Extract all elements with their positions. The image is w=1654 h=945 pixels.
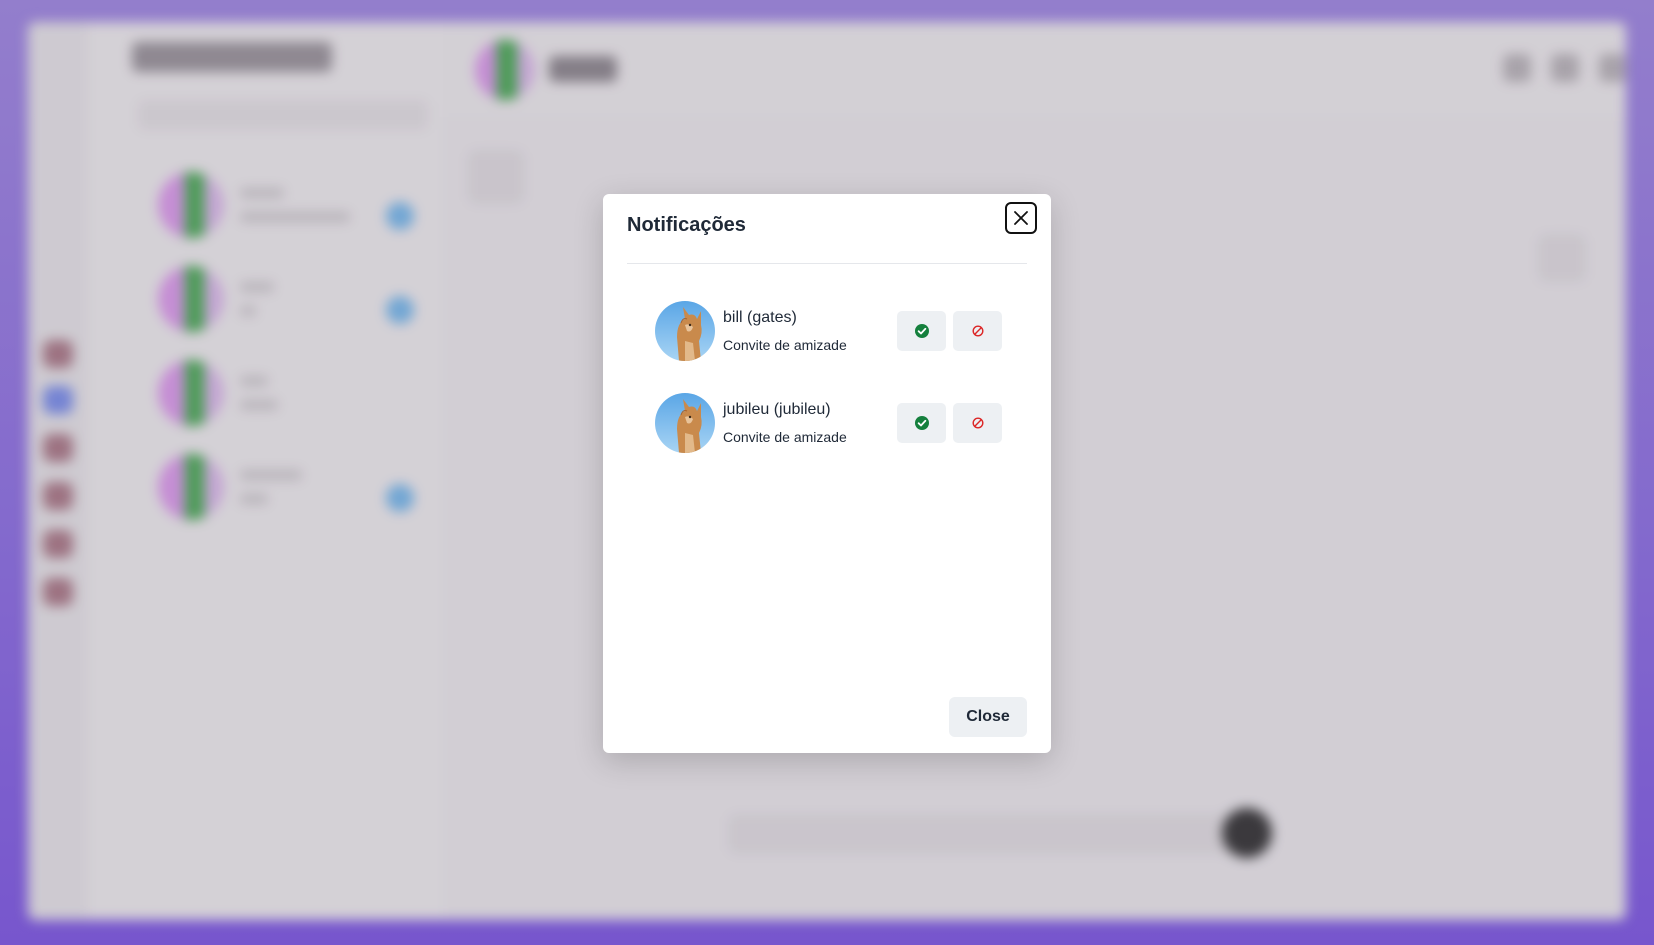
notification-sender: bill (gates) (723, 309, 797, 326)
close-button[interactable]: Close (949, 697, 1027, 737)
reject-button[interactable] (953, 403, 1002, 443)
notification-type: Convite de amizade (723, 429, 847, 445)
reject-button[interactable] (953, 311, 1002, 351)
notification-item: jubileu (jubileu) Convite de amizade (655, 393, 1007, 455)
block-icon (971, 325, 984, 337)
divider (627, 263, 1027, 264)
close-icon (1014, 211, 1028, 225)
accept-button[interactable] (897, 311, 946, 351)
cat-avatar-image (655, 393, 715, 453)
block-icon (971, 417, 984, 429)
notification-sender: jubileu (jubileu) (723, 401, 831, 418)
modal-title: Notificações (627, 214, 746, 236)
notification-item: bill (gates) Convite de amizade (655, 301, 1007, 363)
notifications-modal: Notificações bill (gates) Convite de ami… (603, 194, 1051, 753)
notification-type: Convite de amizade (723, 337, 847, 353)
cat-avatar (655, 301, 715, 361)
modal-close-x-button[interactable] (1005, 202, 1037, 234)
cat-avatar (655, 393, 715, 453)
accept-button[interactable] (897, 403, 946, 443)
check-circle-icon (914, 324, 929, 338)
cat-avatar-image (655, 301, 715, 361)
check-circle-icon (914, 416, 929, 430)
